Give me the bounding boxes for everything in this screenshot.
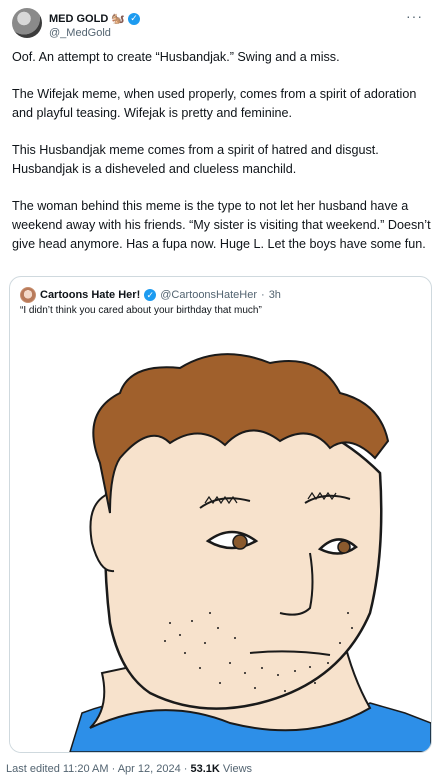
squirrel-emoji-icon: 🐿️ (111, 13, 125, 25)
author-display-name[interactable]: MED GOLD (49, 13, 108, 25)
author-avatar[interactable] (12, 8, 42, 38)
verified-badge-icon: ✓ (144, 289, 157, 301)
tweet-paragraph: Oof. An attempt to create “Husbandjak.” … (12, 50, 340, 64)
quote-handle[interactable]: @CartoonsHateHer (160, 289, 257, 301)
author-name-row[interactable]: MED GOLD 🐿️ ✓ (49, 12, 140, 25)
views-count: 53.1K (190, 763, 220, 775)
tweet-paragraph: The woman behind this meme is the type t… (12, 199, 431, 251)
tweet-header: MED GOLD 🐿️ ✓ @_MedGold ··· (12, 8, 423, 44)
tweet-body: Oof. An attempt to create “Husbandjak.” … (12, 48, 432, 272)
tweet-paragraph: The Wifejak meme, when used properly, co… (12, 87, 417, 120)
quote-text: “I didn’t think you cared about your bir… (20, 305, 262, 316)
author-names: MED GOLD 🐿️ ✓ @_MedGold (49, 12, 140, 39)
edited-timestamp[interactable]: Last edited 11:20 AM · Apr 12, 2024 · (6, 763, 187, 775)
views-label: Views (222, 763, 253, 775)
more-horizontal-icon[interactable]: ··· (406, 8, 423, 24)
quoted-tweet[interactable]: Cartoons Hate Her! ✓ @CartoonsHateHer · … (9, 276, 432, 753)
husbandjak-meme-image[interactable] (10, 323, 431, 752)
quote-time[interactable]: 3h (269, 289, 281, 301)
quote-display-name[interactable]: Cartoons Hate Her! (40, 289, 140, 301)
verified-badge-icon: ✓ (127, 12, 140, 25)
quote-header: Cartoons Hate Her! ✓ @CartoonsHateHer · … (20, 287, 281, 303)
tweet-paragraph: This Husbandjak meme comes from a spirit… (12, 143, 379, 176)
quote-avatar[interactable] (20, 287, 36, 303)
tweet-meta: Last edited 11:20 AM · Apr 12, 2024 · 53… (6, 763, 252, 775)
author-handle[interactable]: @_MedGold (49, 27, 140, 39)
quote-separator: · (261, 289, 265, 301)
